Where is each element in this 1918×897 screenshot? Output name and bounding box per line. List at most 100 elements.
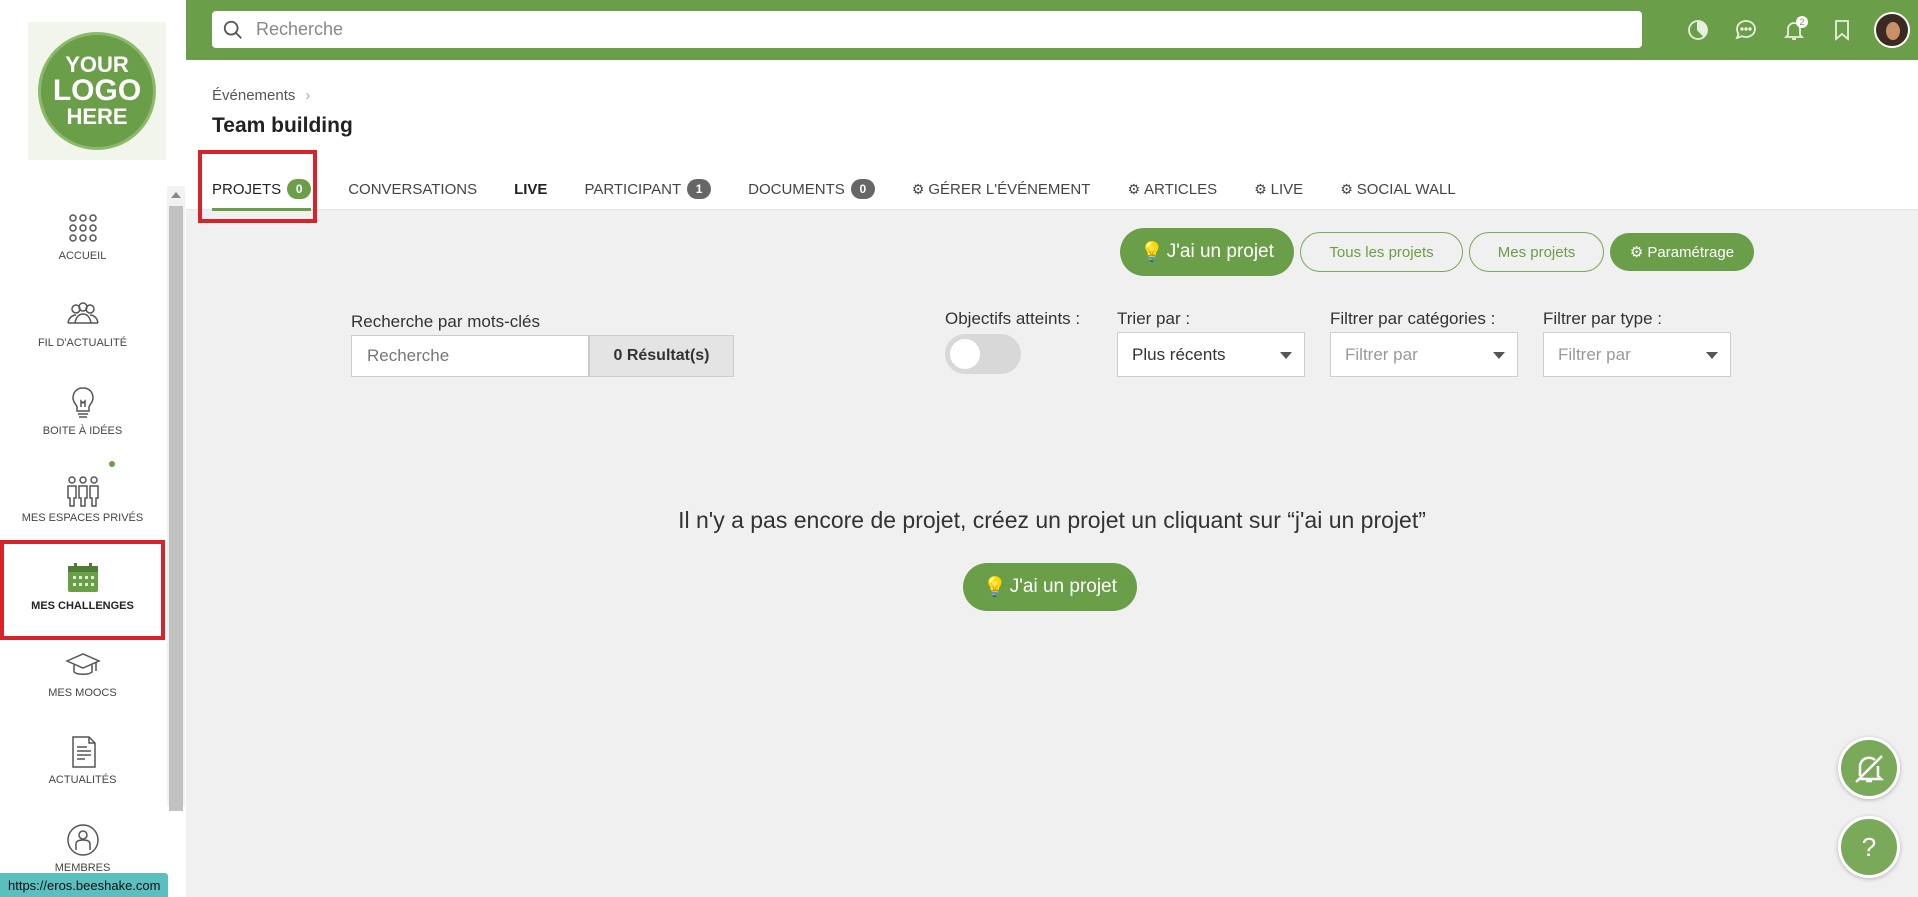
gear-icon: ⚙ xyxy=(1629,244,1644,261)
category-placeholder: Filtrer par xyxy=(1345,344,1418,364)
new-project-label: J'ai un projet xyxy=(1166,241,1274,262)
sidebar: YOUR LOGO HERE ACCUEIL FIL D'ACTUALITÉ B… xyxy=(0,0,186,897)
gear-icon: ⚙ xyxy=(1254,180,1267,197)
notifications-button[interactable]: 2 xyxy=(1770,14,1818,46)
sidebar-item-label: ACTUALITÉS xyxy=(48,774,117,786)
keyword-input[interactable] xyxy=(351,335,589,377)
type-label: Filtrer par type : xyxy=(1543,309,1663,328)
logo-line-2: LOGO xyxy=(52,74,142,107)
sidebar-scrollbar[interactable] xyxy=(167,186,185,811)
calendar-icon xyxy=(67,563,98,592)
help-label: ? xyxy=(1861,831,1877,862)
search-icon xyxy=(223,20,242,39)
sidebar-item-mes-challenges[interactable]: MES CHALLENGES xyxy=(0,540,165,640)
tab-social-wall[interactable]: ⚙ SOCIAL WALL xyxy=(1340,170,1455,208)
topbar: 2 xyxy=(186,0,1918,60)
scroll-up-icon[interactable] xyxy=(171,192,181,198)
all-projects-button[interactable]: Tous les projets xyxy=(1300,232,1463,272)
tab-label: SOCIAL WALL xyxy=(1356,180,1456,198)
my-projects-label: Mes projets xyxy=(1497,243,1576,261)
tab-conversations[interactable]: CONVERSATIONS xyxy=(348,170,477,208)
sidebar-item-label: FIL D'ACTUALITÉ xyxy=(37,337,128,349)
news-icon xyxy=(71,736,96,768)
sidebar-item-label: MES CHALLENGES xyxy=(31,600,134,612)
grid-icon xyxy=(68,214,97,242)
type-select[interactable]: Filtrer par xyxy=(1543,332,1731,377)
sidebar-item-label: MES MOOCS xyxy=(48,687,117,699)
status-url: https://eros.beeshake.com xyxy=(0,873,169,897)
my-projects-button[interactable]: Mes projets xyxy=(1469,232,1604,272)
tab-documents[interactable]: DOCUMENTS 0 xyxy=(748,170,875,208)
bookmark-icon xyxy=(1835,20,1849,41)
pie-chart-icon xyxy=(1688,20,1708,40)
page-header: Événements › Team building PROJETS 0 CON… xyxy=(186,60,1918,211)
lightbulb-icon: 💡 xyxy=(983,577,1007,598)
tab-label: ARTICLES xyxy=(1144,180,1218,198)
messages-button[interactable] xyxy=(1722,14,1770,46)
bookmarks-button[interactable] xyxy=(1818,14,1866,46)
tabs: PROJETS 0 CONVERSATIONS LIVE PARTICIPANT… xyxy=(212,170,1493,211)
lightbulb-icon xyxy=(71,387,94,418)
avatar[interactable] xyxy=(1874,12,1910,48)
sidebar-item-actualites[interactable]: ACTUALITÉS xyxy=(0,724,165,804)
tab-live-settings[interactable]: ⚙ LIVE xyxy=(1254,170,1303,208)
member-icon xyxy=(66,824,99,856)
tab-label: CONVERSATIONS xyxy=(348,180,478,198)
sidebar-item-fil-actualite[interactable]: FIL D'ACTUALITÉ xyxy=(0,287,165,367)
graduation-cap-icon xyxy=(64,653,101,675)
new-indicator-dot xyxy=(109,461,115,467)
top-icons: 2 xyxy=(1674,12,1910,48)
sort-select[interactable]: Plus récents xyxy=(1117,332,1305,377)
gear-icon: ⚙ xyxy=(911,180,925,197)
sidebar-item-label: ACCUEIL xyxy=(58,250,107,262)
mute-notifications-button[interactable] xyxy=(1838,737,1900,799)
sidebar-item-boite-a-idees[interactable]: BOITE À IDÉES xyxy=(0,375,165,455)
logo-line-3: HERE xyxy=(66,104,128,129)
breadcrumb: Événements › xyxy=(212,87,310,104)
empty-new-project-button[interactable]: 💡 J'ai un projet xyxy=(963,563,1137,611)
keyword-label: Recherche par mots-clés xyxy=(351,312,540,331)
tab-count: 1 xyxy=(687,179,712,199)
objectives-toggle[interactable] xyxy=(945,334,1021,374)
logo-line-1: YOUR xyxy=(65,52,129,77)
people-icon xyxy=(66,302,99,324)
avatar-face xyxy=(1886,22,1900,40)
logo-badge: YOUR LOGO HERE xyxy=(38,32,156,150)
tab-label: GÉRER L'ÉVÉNEMENT xyxy=(928,180,1091,198)
tab-live[interactable]: LIVE xyxy=(514,170,547,208)
objectives-label: Objectifs atteints : xyxy=(945,309,1081,328)
logo[interactable]: YOUR LOGO HERE xyxy=(28,22,166,160)
group-icon xyxy=(66,476,99,507)
empty-state-message: Il n'y a pas encore de projet, créez un … xyxy=(678,507,1426,533)
sidebar-item-accueil[interactable]: ACCUEIL xyxy=(0,200,165,280)
category-select[interactable]: Filtrer par xyxy=(1330,332,1518,377)
tab-participant[interactable]: PARTICIPANT 1 xyxy=(584,170,712,208)
sidebar-item-label: BOITE À IDÉES xyxy=(42,425,123,437)
tab-articles[interactable]: ⚙ ARTICLES xyxy=(1127,170,1217,208)
settings-button[interactable]: ⚙ Paramétrage xyxy=(1610,233,1754,271)
help-button[interactable]: ? xyxy=(1838,816,1900,878)
highlight-box xyxy=(198,150,317,223)
tab-label: LIVE xyxy=(1270,180,1304,198)
sort-label: Trier par : xyxy=(1117,309,1191,328)
search-input[interactable] xyxy=(256,19,1606,40)
all-projects-label: Tous les projets xyxy=(1329,243,1434,261)
settings-label: Paramétrage xyxy=(1647,243,1735,261)
new-project-button[interactable]: 💡 J'ai un projet xyxy=(1120,228,1294,276)
tab-gerer-evenement[interactable]: ⚙ GÉRER L'ÉVÉNEMENT xyxy=(912,170,1091,208)
search-box[interactable] xyxy=(212,11,1642,48)
page-title: Team building xyxy=(212,114,353,137)
category-label: Filtrer par catégories : xyxy=(1330,309,1496,328)
bell-off-icon xyxy=(1855,755,1885,783)
sidebar-item-mes-moocs[interactable]: MES MOOCS xyxy=(0,637,165,717)
chevron-right-icon: › xyxy=(305,87,311,104)
empty-button-label: J'ai un projet xyxy=(1009,576,1117,597)
caret-down-icon xyxy=(1493,352,1505,359)
breadcrumb-link[interactable]: Événements xyxy=(212,87,295,104)
toggle-knob xyxy=(950,339,980,369)
chat-icon xyxy=(1735,20,1756,40)
stats-button[interactable] xyxy=(1674,14,1722,46)
result-count: 0 Résultat(s) xyxy=(589,335,734,377)
lightbulb-icon: 💡 xyxy=(1140,242,1164,263)
caret-down-icon xyxy=(1706,352,1718,359)
